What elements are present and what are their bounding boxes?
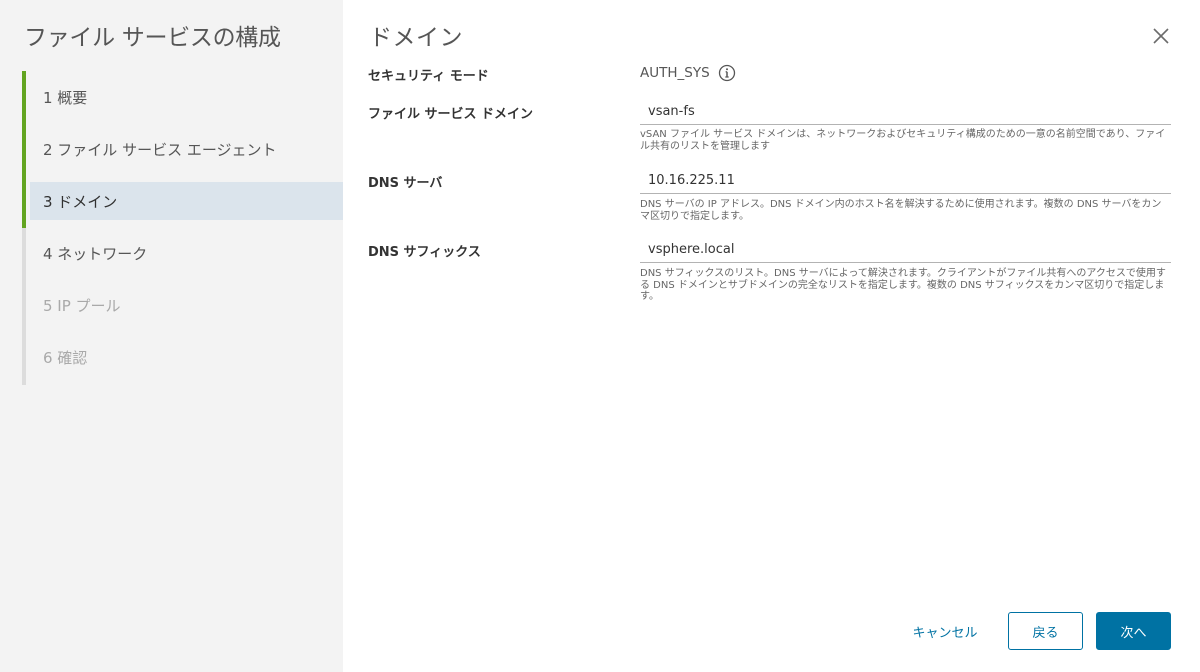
file-service-domain-input[interactable] xyxy=(640,99,1171,125)
dns-server-input[interactable] xyxy=(640,168,1171,194)
security-mode-value: AUTH_SYS xyxy=(640,65,710,81)
step-review: 6 確認 xyxy=(43,348,88,367)
next-button[interactable]: 次へ xyxy=(1096,612,1171,650)
info-icon[interactable] xyxy=(718,64,736,82)
dns-suffix-label: DNS サフィックス xyxy=(368,245,481,260)
step-overview[interactable]: 1 概要 xyxy=(30,78,343,116)
cancel-button[interactable]: キャンセル xyxy=(903,612,987,650)
file-service-domain-help: vSAN ファイル サービス ドメインは、ネットワークおよびセキュリティ構成のた… xyxy=(640,129,1166,152)
step-progress-bar xyxy=(22,71,26,228)
security-mode-value-row: AUTH_SYS xyxy=(640,64,736,82)
dns-server-help: DNS サーバの IP アドレス。DNS ドメイン内のホスト名を解決するために使… xyxy=(640,199,1162,222)
dns-suffix-help: DNS サフィックスのリスト。DNS サーバによって解決されます。クライアントが… xyxy=(640,268,1166,302)
step-domain[interactable]: 3 ドメイン xyxy=(30,182,343,220)
dns-suffix-input[interactable] xyxy=(640,237,1171,263)
step-file-service-agent[interactable]: 2 ファイル サービス エージェント xyxy=(30,130,343,168)
page-title: ドメイン xyxy=(369,25,463,51)
step-ip-pool: 5 IP プール xyxy=(43,296,121,315)
close-icon[interactable] xyxy=(1149,24,1173,48)
wizard-content: ドメイン セキュリティ モード AUTH_SYS ファイル サービス ドメイン … xyxy=(343,0,1200,672)
wizard-sidebar: ファイル サービスの構成 1 概要 2 ファイル サービス エージェント 3 ド… xyxy=(0,0,343,672)
step-network[interactable]: 4 ネットワーク xyxy=(30,234,343,272)
security-mode-label: セキュリティ モード xyxy=(368,69,489,84)
wizard-title: ファイル サービスの構成 xyxy=(24,25,281,51)
back-button[interactable]: 戻る xyxy=(1008,612,1083,650)
dns-server-label: DNS サーバ xyxy=(368,176,443,191)
file-service-domain-label: ファイル サービス ドメイン xyxy=(368,107,534,122)
